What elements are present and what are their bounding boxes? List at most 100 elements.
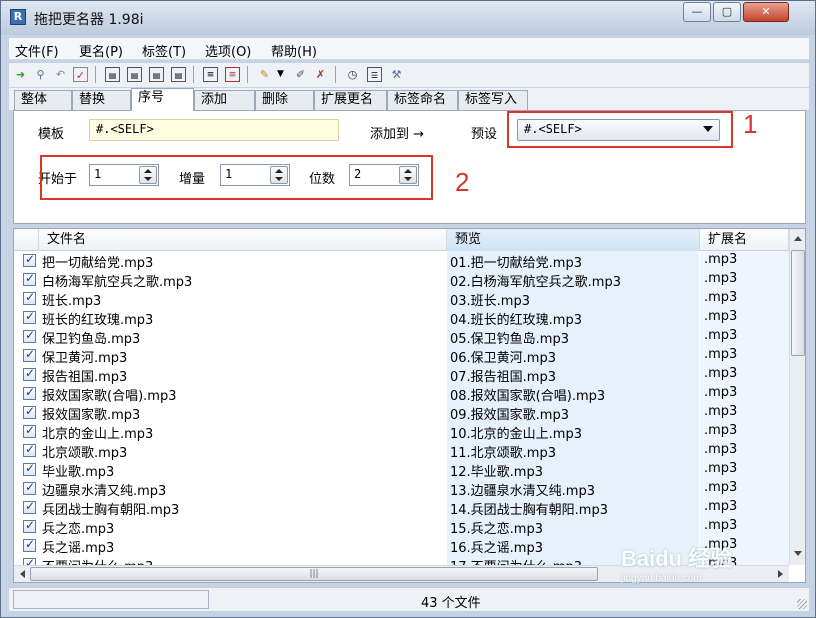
row-checkbox[interactable] [23,271,36,286]
filename-cell[interactable]: 白杨海军航空兵之歌.mp3 [42,271,192,290]
filename-cell[interactable]: 兵之恋.mp3 [42,518,114,537]
menu-rename[interactable]: 更名(P) [79,41,123,60]
tab-replace[interactable]: 替换 [72,90,131,110]
filename-cell[interactable]: 北京颂歌.mp3 [42,442,127,461]
table-row[interactable]: 班长.mp3 03.班长.mp3 .mp3 [14,289,789,309]
header-checkbox-col[interactable] [14,229,39,251]
vertical-scrollbar[interactable] [789,229,805,565]
row-checkbox[interactable] [23,518,36,533]
check-icon[interactable]: ✓ [73,67,88,82]
filename-cell[interactable]: 把一切献给党.mp3 [42,252,153,271]
row-checkbox[interactable] [23,328,36,343]
row-checkbox[interactable] [23,537,36,552]
table-row[interactable]: 保卫黄河.mp3 06.保卫黄河.mp3 .mp3 [14,346,789,366]
table-row[interactable]: 毕业歌.mp3 12.毕业歌.mp3 .mp3 [14,460,789,480]
maximize-button[interactable]: ▢ [713,2,741,22]
filename-cell[interactable]: 报告祖国.mp3 [42,366,127,385]
close-button[interactable]: ✕ [743,2,789,22]
scroll-right-icon[interactable] [778,570,783,578]
menu-options[interactable]: 选项(O) [205,41,251,60]
row-checkbox[interactable] [23,480,36,495]
doc-a-icon[interactable]: ▤ [105,67,120,82]
row-checkbox[interactable] [23,385,36,400]
row-checkbox[interactable] [23,404,36,419]
doc-b-icon[interactable]: ▤ [127,67,142,82]
filename-cell[interactable]: 兵团战士胸有朝阳.mp3 [42,499,179,518]
filename-cell[interactable]: 兵之谣.mp3 [42,537,114,556]
list-header: 文件名 预览 扩展名 [14,229,789,251]
page-icon[interactable]: ≡ [203,67,218,82]
app-icon[interactable]: R [10,9,26,25]
filename-cell[interactable]: 北京的金山上.mp3 [42,423,153,442]
table-row[interactable]: 报效国家歌.mp3 09.报效国家歌.mp3 .mp3 [14,403,789,423]
scroll-down-icon[interactable] [794,551,802,556]
add-to-label[interactable]: 添加到 → [370,123,424,142]
row-checkbox[interactable] [23,461,36,476]
row-checkbox[interactable] [23,366,36,381]
tag-delete-icon[interactable]: ✗ [313,67,328,82]
list-view-icon[interactable]: ☰ [367,67,382,82]
template-input[interactable]: #.<SELF> [89,119,339,141]
tab-sequence[interactable]: 序号 [131,88,194,111]
tag-edit-icon[interactable]: ✐ [293,67,308,82]
table-row[interactable]: 北京的金山上.mp3 10.北京的金山上.mp3 .mp3 [14,422,789,442]
menu-help[interactable]: 帮助(H) [271,41,317,60]
search-icon[interactable]: ⚲ [33,67,48,82]
clock-icon[interactable]: ◷ [345,67,360,82]
scroll-up-icon[interactable] [794,236,802,241]
table-row[interactable]: 兵团战士胸有朝阳.mp3 14.兵团战士胸有朝阳.mp3 .mp3 [14,498,789,518]
table-row[interactable]: 兵之恋.mp3 15.兵之恋.mp3 .mp3 [14,517,789,537]
row-checkbox[interactable] [23,290,36,305]
title-bar[interactable]: R 拖把更名器 1.98i — ▢ ✕ [1,1,815,35]
row-checkbox[interactable] [23,442,36,457]
row-checkbox[interactable] [23,423,36,438]
filename-cell[interactable]: 班长的红玫瑰.mp3 [42,309,153,328]
filename-cell[interactable]: 保卫钓鱼岛.mp3 [42,328,140,347]
resize-grip-icon[interactable] [797,599,807,609]
row-checkbox[interactable] [23,499,36,514]
scroll-left-icon[interactable] [20,570,25,578]
horizontal-scroll-thumb[interactable]: ||| [30,567,598,581]
annotation-number-2: 2 [455,167,470,197]
table-row[interactable]: 报效国家歌(合唱).mp3 08.报效国家歌(合唱).mp3 .mp3 [14,384,789,404]
filename-cell[interactable]: 报效国家歌.mp3 [42,404,140,423]
header-extension[interactable]: 扩展名 [700,229,789,251]
table-row[interactable]: 白杨海军航空兵之歌.mp3 02.白杨海军航空兵之歌.mp3 .mp3 [14,270,789,290]
minimize-button[interactable]: — [683,2,711,22]
table-row[interactable]: 北京颂歌.mp3 11.北京颂歌.mp3 .mp3 [14,441,789,461]
tab-ext-rename[interactable]: 扩展更名 [314,90,387,110]
menu-tags[interactable]: 标签(T) [142,41,186,60]
row-checkbox[interactable] [23,347,36,362]
row-checkbox[interactable] [23,252,36,267]
pencil-icon[interactable]: ✎ [257,67,272,82]
filename-cell[interactable]: 边疆泉水清又纯.mp3 [42,480,166,499]
open-folder-icon[interactable]: ➜ [13,67,28,82]
doc-d-icon[interactable]: ▤ [171,67,186,82]
table-row[interactable]: 把一切献给党.mp3 01.把一切献给党.mp3 .mp3 [14,251,789,271]
undo-icon[interactable]: ↶ [53,67,68,82]
status-pane [13,590,209,609]
vertical-scroll-thumb[interactable] [791,250,805,356]
table-row[interactable]: 报告祖国.mp3 07.报告祖国.mp3 .mp3 [14,365,789,385]
header-filename[interactable]: 文件名 [39,229,447,251]
tab-overall[interactable]: 整体 [14,90,72,110]
tab-delete[interactable]: 删除 [255,90,314,110]
table-row[interactable]: 保卫钓鱼岛.mp3 05.保卫钓鱼岛.mp3 .mp3 [14,327,789,347]
menu-file[interactable]: 文件(F) [15,41,59,60]
dropdown-icon[interactable]: ▼ [273,67,288,82]
page-edit-icon[interactable]: ≡ [225,67,240,82]
extension-cell: .mp3 [704,252,738,267]
filename-cell[interactable]: 班长.mp3 [42,290,101,309]
tab-add[interactable]: 添加 [194,90,255,110]
table-row[interactable]: 班长的红玫瑰.mp3 04.班长的红玫瑰.mp3 .mp3 [14,308,789,328]
doc-c-icon[interactable]: ▤ [149,67,164,82]
filename-cell[interactable]: 保卫黄河.mp3 [42,347,127,366]
row-checkbox[interactable] [23,309,36,324]
header-preview[interactable]: 预览 [447,229,700,251]
filename-cell[interactable]: 报效国家歌(合唱).mp3 [42,385,176,404]
table-row[interactable]: 边疆泉水清又纯.mp3 13.边疆泉水清又纯.mp3 .mp3 [14,479,789,499]
tools-icon[interactable]: ⚒ [389,67,404,82]
tab-tag-write[interactable]: 标签写入 [458,90,528,110]
filename-cell[interactable]: 毕业歌.mp3 [42,461,114,480]
tab-tag-naming[interactable]: 标签命名 [387,90,458,110]
